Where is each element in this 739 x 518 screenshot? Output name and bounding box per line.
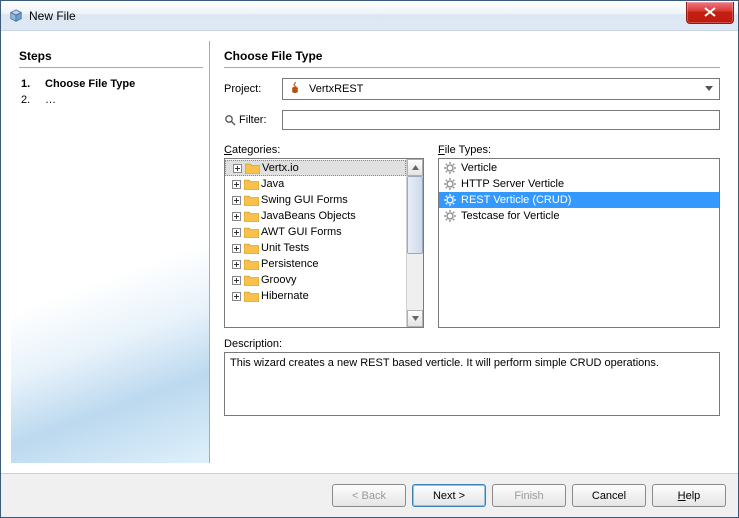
filter-label: Filter: (224, 114, 276, 126)
search-icon (224, 114, 236, 126)
tree-item[interactable]: JavaBeans Objects (225, 208, 406, 224)
java-project-icon (287, 81, 303, 97)
filetype-item[interactable]: REST Verticle (CRUD) (439, 192, 719, 208)
titlebar: New File (1, 1, 738, 31)
description-label: Description: (224, 338, 720, 350)
gear-icon (443, 209, 457, 223)
chevron-down-icon (701, 86, 717, 92)
scroll-thumb[interactable] (407, 176, 423, 254)
description-box: This wizard creates a new REST based ver… (224, 352, 720, 416)
cancel-button[interactable]: Cancel (572, 484, 646, 507)
folder-icon (244, 178, 259, 190)
scroll-up-button[interactable] (407, 159, 423, 176)
tree-item[interactable]: Vertx.io (225, 160, 406, 176)
dialog-window: New File Steps 1. Choose File Type 2. … … (0, 0, 739, 518)
steps-list: 1. Choose File Type 2. … (19, 76, 203, 108)
categories-label: Categories: (224, 144, 424, 156)
tree-expand-icon[interactable] (231, 275, 242, 286)
window-title: New File (29, 9, 686, 23)
tree-expand-icon[interactable] (231, 211, 242, 222)
tree-expand-icon[interactable] (231, 291, 242, 302)
filter-row: Filter: (224, 110, 720, 130)
tree-item[interactable]: Persistence (225, 256, 406, 272)
description-section: Description: This wizard creates a new R… (224, 338, 720, 416)
categories-tree: Vertx.io Java Swing GUI Forms JavaBeans … (225, 159, 406, 327)
filetype-item[interactable]: HTTP Server Verticle (439, 176, 719, 192)
project-label: Project: (224, 83, 276, 95)
finish-button[interactable]: Finish (492, 484, 566, 507)
gear-icon (443, 177, 457, 191)
tree-expand-icon[interactable] (231, 195, 242, 206)
step-item: 1. Choose File Type (21, 76, 203, 92)
gear-icon (443, 161, 457, 175)
folder-icon (244, 274, 259, 286)
filetype-item[interactable]: Testcase for Verticle (439, 208, 719, 224)
tree-item[interactable]: Java (225, 176, 406, 192)
main-heading: Choose File Type (224, 49, 720, 68)
app-cube-icon (9, 9, 23, 23)
folder-icon (244, 290, 259, 302)
gear-icon (443, 193, 457, 207)
tree-item[interactable]: Swing GUI Forms (225, 192, 406, 208)
scroll-down-button[interactable] (407, 310, 423, 327)
dialog-body: Steps 1. Choose File Type 2. … Choose Fi… (1, 31, 738, 473)
filetypes-column: File Types: Verticle HTTP Server Verticl… (438, 144, 720, 328)
folder-icon (244, 210, 259, 222)
tree-expand-icon[interactable] (231, 259, 242, 270)
tree-item[interactable]: Hibernate (225, 288, 406, 304)
tree-expand-icon[interactable] (231, 179, 242, 190)
steps-heading: Steps (19, 49, 203, 68)
folder-icon (244, 226, 259, 238)
folder-icon (244, 242, 259, 254)
next-button[interactable]: Next > (412, 484, 486, 507)
categories-listbox[interactable]: Vertx.io Java Swing GUI Forms JavaBeans … (224, 158, 424, 328)
lists-row: Categories: Vertx.io Java Swing GUI Form… (224, 144, 720, 328)
back-button[interactable]: < Back (332, 484, 406, 507)
steps-pane: Steps 1. Choose File Type 2. … (11, 41, 209, 463)
folder-icon (244, 258, 259, 270)
filter-input[interactable] (282, 110, 720, 130)
help-button[interactable]: Help (652, 484, 726, 507)
categories-column: Categories: Vertx.io Java Swing GUI Form… (224, 144, 424, 328)
button-bar: < Back Next > Finish Cancel Help (1, 473, 738, 517)
tree-expand-icon[interactable] (231, 227, 242, 238)
tree-item[interactable]: AWT GUI Forms (225, 224, 406, 240)
folder-icon (245, 162, 260, 174)
main-pane: Choose File Type Project: VertxREST (209, 41, 728, 463)
tree-expand-icon[interactable] (231, 243, 242, 254)
scrollbar-vertical[interactable] (406, 159, 423, 327)
filetypes-label: File Types: (438, 144, 720, 156)
filetype-item[interactable]: Verticle (439, 160, 719, 176)
folder-icon (244, 194, 259, 206)
tree-expand-icon[interactable] (232, 163, 243, 174)
project-row: Project: VertxREST (224, 78, 720, 100)
scroll-track[interactable] (407, 176, 423, 310)
tree-item[interactable]: Groovy (225, 272, 406, 288)
filetypes-listbox[interactable]: Verticle HTTP Server Verticle REST Verti… (438, 158, 720, 328)
project-value: VertxREST (309, 83, 363, 95)
step-item: 2. … (21, 92, 203, 108)
close-button[interactable] (686, 2, 734, 24)
project-combobox[interactable]: VertxREST (282, 78, 720, 100)
tree-item[interactable]: Unit Tests (225, 240, 406, 256)
